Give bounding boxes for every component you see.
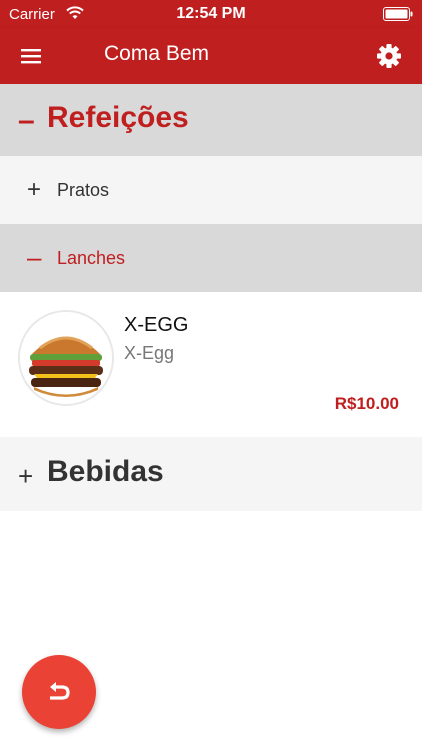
app-title: Coma Bem [104,42,210,65]
app-bar: Coma Bem [0,28,422,84]
subcategory-lanches[interactable]: – Lanches [0,224,422,292]
product-price: R$10.00 [334,394,399,413]
battery-icon [383,7,413,21]
expand-icon: + [27,176,42,203]
product-image [18,310,114,406]
product-item[interactable]: X-EGG X-Egg R$10.00 [0,292,422,437]
gear-icon [377,44,401,68]
category-label: Bebidas [47,455,164,488]
expand-icon: + [18,461,34,491]
return-icon [50,682,70,700]
subcategory-label: Pratos [57,180,110,200]
category-refeicoes[interactable]: – Refeições [0,84,422,156]
product-description: X-Egg [124,343,175,363]
return-fab-button[interactable] [22,655,96,729]
subcategory-pratos[interactable]: + Pratos [0,156,422,224]
settings-button[interactable] [374,41,404,71]
menu-button[interactable] [18,44,46,68]
burger-image [20,312,112,404]
category-label: Refeições [47,101,189,134]
status-bar: Carrier 12:54 PM [0,0,422,28]
subcategory-label: Lanches [57,248,126,268]
status-time: 12:54 PM [176,5,246,22]
product-name: X-EGG [124,314,189,336]
category-bebidas[interactable]: + Bebidas [0,437,422,511]
collapse-icon: – [18,104,35,137]
collapse-icon: – [27,242,42,272]
hamburger-menu-icon [21,49,41,64]
